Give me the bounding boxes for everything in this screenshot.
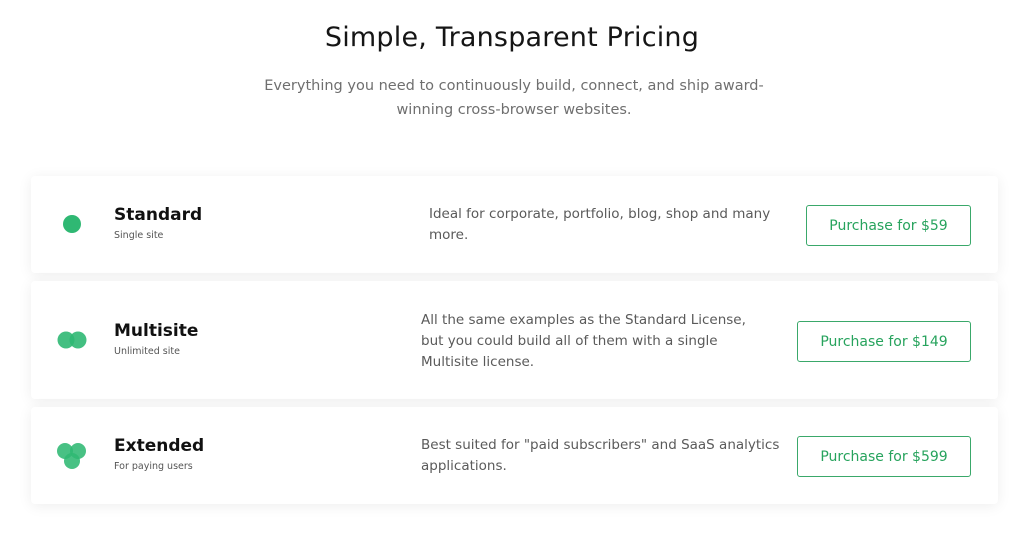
plan-tagline: Single site	[114, 230, 164, 241]
pricing-list: Standard Single site Ideal for corporate…	[31, 176, 998, 512]
purchase-multisite-button[interactable]: Purchase for $149	[797, 321, 971, 362]
single-dot-icon	[54, 204, 94, 244]
plan-card-multisite: Multisite Unlimited site All the same ex…	[31, 281, 998, 399]
purchase-extended-button[interactable]: Purchase for $599	[797, 436, 971, 477]
plan-name: Extended	[114, 436, 205, 456]
plan-tagline: Unlimited site	[114, 346, 180, 357]
plan-name: Multisite	[114, 321, 199, 341]
plan-tagline: For paying users	[114, 461, 193, 472]
pricing-page: Simple, Transparent Pricing Everything y…	[0, 0, 1024, 535]
page-title: Simple, Transparent Pricing	[324, 22, 700, 53]
purchase-standard-button[interactable]: Purchase for $59	[806, 205, 971, 246]
plan-card-extended: Extended For paying users Best suited fo…	[31, 407, 998, 504]
plan-card-standard: Standard Single site Ideal for corporate…	[31, 176, 998, 273]
plan-description: Ideal for corporate, portfolio, blog, sh…	[429, 206, 771, 243]
plan-name: Standard	[114, 205, 203, 225]
plan-description: All the same examples as the Standard Li…	[421, 312, 746, 370]
triple-dot-icon	[54, 435, 94, 475]
double-dot-icon	[54, 320, 94, 360]
page-subtitle: Everything you need to continuously buil…	[264, 78, 764, 118]
plan-description: Best suited for "paid subscribers" and S…	[421, 437, 780, 474]
